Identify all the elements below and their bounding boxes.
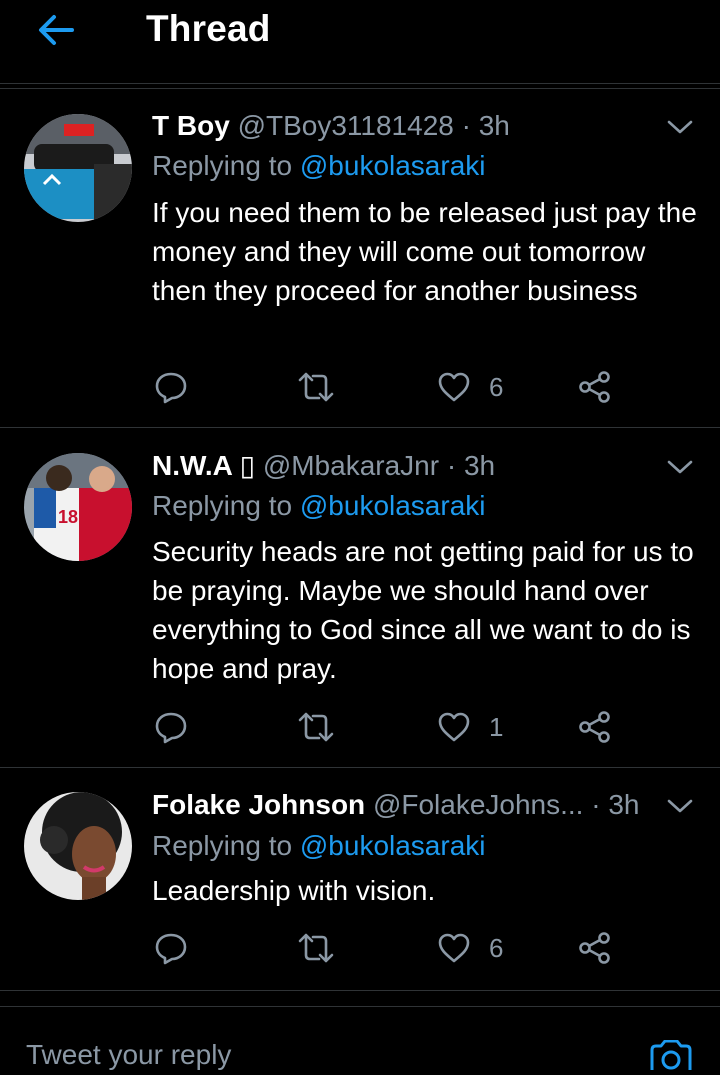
mention-link[interactable]: @bukolasaraki bbox=[300, 490, 486, 521]
reply-input[interactable]: Tweet your reply bbox=[26, 1039, 231, 1071]
replying-to: Replying to @bukolasaraki bbox=[152, 828, 486, 864]
timestamp[interactable]: 3h bbox=[479, 110, 510, 141]
like-count: 1 bbox=[489, 711, 504, 742]
retweet-button[interactable] bbox=[297, 367, 335, 407]
share-button[interactable] bbox=[578, 707, 612, 747]
like-button[interactable]: 6 bbox=[437, 367, 503, 407]
replying-to: Replying to @bukolasaraki bbox=[152, 488, 486, 524]
avatar[interactable] bbox=[24, 792, 132, 900]
share-button[interactable] bbox=[578, 928, 612, 968]
like-icon bbox=[438, 712, 470, 742]
tweet-header: Folake Johnson @FolakeJohns... · 3h bbox=[152, 787, 660, 823]
share-icon bbox=[579, 711, 610, 743]
retweet-button[interactable] bbox=[297, 707, 335, 747]
like-icon bbox=[438, 372, 470, 402]
reply-icon bbox=[155, 372, 187, 404]
tweet-actions: 1 bbox=[152, 707, 632, 747]
retweet-button[interactable] bbox=[297, 928, 335, 968]
reply-icon bbox=[155, 933, 187, 965]
back-button[interactable] bbox=[34, 10, 78, 50]
timestamp[interactable]: 3h bbox=[464, 450, 495, 481]
chevron-down-icon bbox=[667, 120, 693, 134]
retweet-icon bbox=[298, 712, 334, 742]
display-name[interactable]: T Boy bbox=[152, 110, 230, 141]
divider bbox=[0, 990, 720, 991]
like-count: 6 bbox=[489, 371, 504, 402]
camera-button[interactable] bbox=[648, 1039, 694, 1075]
svg-text:18: 18 bbox=[58, 507, 78, 527]
tweet-actions: 6 bbox=[152, 367, 632, 407]
tweet-menu-button[interactable] bbox=[666, 796, 694, 816]
tweet-header: N.W.A ▯ @MbakaraJnr · 3h bbox=[152, 448, 660, 484]
chevron-down-icon bbox=[667, 460, 693, 474]
separator-dot: · bbox=[446, 450, 457, 481]
tweet[interactable]: Folake Johnson @FolakeJohns... · 3h Repl… bbox=[0, 769, 720, 991]
page-title: Thread bbox=[146, 8, 271, 49]
separator-dot: · bbox=[591, 789, 601, 820]
share-icon bbox=[579, 371, 610, 403]
tweet-header: T Boy @TBoy31181428 · 3h bbox=[152, 108, 660, 144]
share-button[interactable] bbox=[578, 367, 612, 407]
replying-to-label: Replying to bbox=[152, 150, 293, 181]
back-arrow-icon bbox=[39, 15, 74, 45]
user-handle[interactable]: @TBoy31181428 bbox=[238, 110, 454, 141]
retweet-icon bbox=[298, 372, 334, 402]
replying-to-label: Replying to bbox=[152, 830, 293, 861]
chevron-down-icon bbox=[667, 799, 693, 813]
like-button[interactable]: 1 bbox=[437, 707, 503, 747]
timestamp[interactable]: 3h bbox=[608, 789, 639, 820]
display-name[interactable]: N.W.A ▯ bbox=[152, 450, 255, 481]
reply-icon bbox=[155, 712, 187, 744]
avatar[interactable] bbox=[24, 114, 132, 222]
replying-to: Replying to @bukolasaraki bbox=[152, 148, 486, 184]
divider bbox=[0, 767, 720, 768]
like-button[interactable]: 6 bbox=[437, 928, 503, 968]
top-bar: Thread bbox=[0, 0, 720, 84]
tweet[interactable]: T Boy @TBoy31181428 · 3h Replying to @bu… bbox=[0, 89, 720, 428]
camera-icon bbox=[650, 1039, 692, 1070]
reply-button[interactable] bbox=[154, 367, 188, 407]
divider bbox=[0, 427, 720, 428]
tweet-text: Leadership with vision. bbox=[152, 875, 436, 906]
mention-link[interactable]: @bukolasaraki bbox=[300, 830, 486, 861]
user-handle[interactable]: @MbakaraJnr bbox=[263, 450, 439, 481]
reply-button[interactable] bbox=[154, 707, 188, 747]
reply-composer[interactable]: Tweet your reply bbox=[0, 1007, 720, 1071]
user-handle[interactable]: @FolakeJohns... bbox=[373, 789, 584, 820]
replying-to-label: Replying to bbox=[152, 490, 293, 521]
tweet[interactable]: 18 N.W.A ▯ @MbakaraJnr · 3h Replying to … bbox=[0, 429, 720, 768]
share-icon bbox=[579, 932, 610, 964]
tweet-text: If you need them to be released just pay… bbox=[152, 197, 697, 306]
reply-button[interactable] bbox=[154, 928, 188, 968]
tweet-actions: 6 bbox=[152, 928, 632, 968]
like-icon bbox=[438, 933, 470, 963]
retweet-icon bbox=[298, 933, 334, 963]
display-name[interactable]: Folake Johnson bbox=[152, 789, 365, 820]
tweet-text: Security heads are not getting paid for … bbox=[152, 536, 694, 684]
separator-dot: · bbox=[461, 110, 471, 141]
tweet-menu-button[interactable] bbox=[666, 117, 694, 137]
like-count: 6 bbox=[489, 932, 504, 963]
mention-link[interactable]: @bukolasaraki bbox=[300, 150, 486, 181]
avatar[interactable]: 18 bbox=[24, 453, 132, 561]
tweet-menu-button[interactable] bbox=[666, 457, 694, 477]
